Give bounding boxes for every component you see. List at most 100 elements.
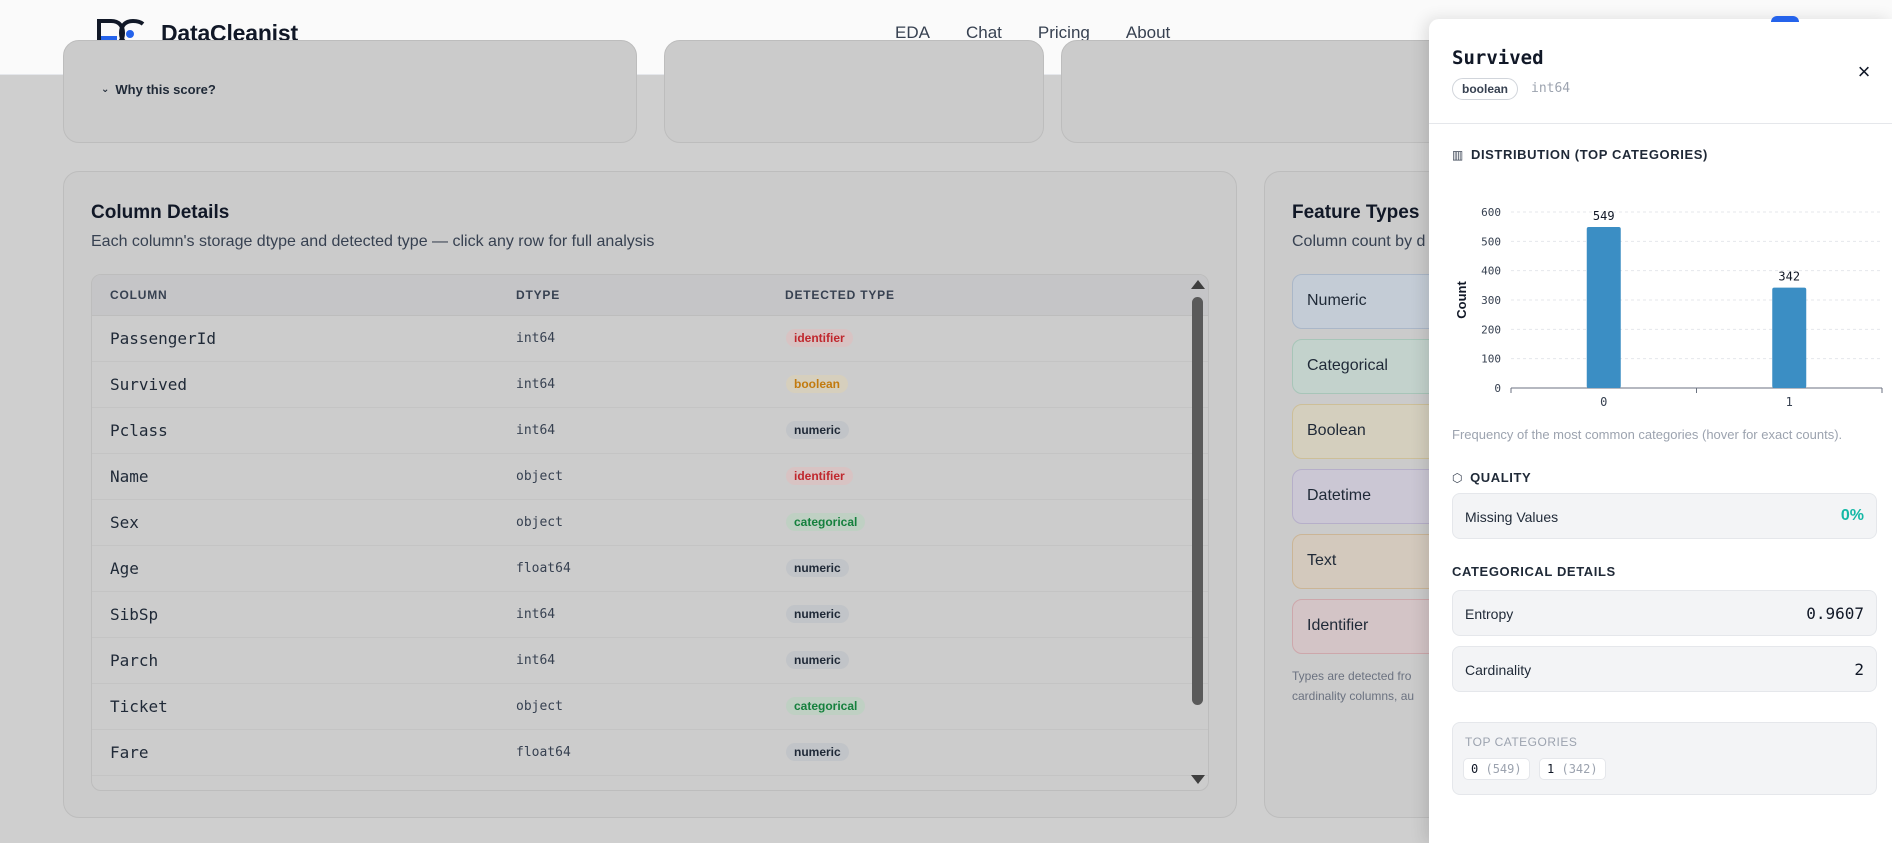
- x-tick-label: 0: [1600, 395, 1607, 409]
- table-row[interactable]: Parch int64 numeric: [92, 638, 1208, 684]
- entropy-label: Entropy: [1465, 606, 1514, 622]
- cell-detected-type-badge: categorical: [786, 513, 866, 531]
- cell-dtype: int64: [516, 377, 556, 392]
- distribution-bar-chart: 0 100 200 300 400 500 600 549 0 342 1 Count: [1454, 206, 1883, 409]
- y-axis-label: Count: [1454, 281, 1469, 319]
- bar-chart-icon: ▥: [1452, 147, 1464, 162]
- cell-column-name: SibSp: [110, 605, 159, 624]
- why-this-score-toggle[interactable]: ⌄ Why this score?: [101, 82, 216, 97]
- cell-detected-type-badge: categorical: [786, 697, 866, 715]
- cell-detected-type-badge: numeric: [786, 651, 849, 669]
- categorical-details-label: CATEGORICAL DETAILS: [1452, 564, 1616, 579]
- feature-types-note-line2: cardinality columns, au: [1292, 689, 1415, 703]
- top-category-count: (549): [1485, 762, 1522, 776]
- panel-dtype: int64: [1531, 81, 1571, 96]
- table-row[interactable]: Survived int64 boolean: [92, 362, 1208, 408]
- user-avatar[interactable]: [1771, 16, 1799, 22]
- header-detected-type: DETECTED TYPE: [785, 288, 895, 302]
- cell-dtype: int64: [516, 423, 556, 438]
- y-tick-label: 100: [1481, 353, 1501, 366]
- close-icon[interactable]: ×: [1853, 61, 1875, 83]
- summary-card-right: [1061, 40, 1481, 143]
- feature-type-text[interactable]: Text: [1292, 534, 1452, 589]
- scroll-up-arrow-icon[interactable]: [1191, 280, 1205, 289]
- cell-dtype: float64: [516, 745, 571, 760]
- header-column: COLUMN: [110, 288, 168, 302]
- bar-data-label: 549: [1593, 209, 1615, 223]
- panel-column-name: Survived: [1452, 47, 1544, 69]
- quality-heading-label: QUALITY: [1470, 470, 1532, 485]
- table-row[interactable]: Age float64 numeric: [92, 546, 1208, 592]
- top-category-chip: 1 (342): [1539, 758, 1606, 780]
- top-category-chip: 0 (549): [1463, 758, 1530, 780]
- summary-card-middle: [664, 40, 1044, 143]
- why-this-score-label: Why this score?: [115, 82, 216, 97]
- cell-detected-type-badge: identifier: [786, 467, 853, 485]
- feature-type-identifier[interactable]: Identifier: [1292, 599, 1452, 654]
- cell-column-name: Name: [110, 467, 149, 486]
- cell-column-name: Fare: [110, 743, 149, 762]
- feature-type-numeric[interactable]: Numeric: [1292, 274, 1452, 329]
- cell-detected-type-badge: boolean: [786, 375, 849, 393]
- table-body: PassengerId int64 identifier Survived int64 b…: [92, 316, 1208, 776]
- cell-detected-type-badge: numeric: [786, 743, 849, 761]
- cell-dtype: float64: [516, 561, 571, 576]
- y-tick-label: 500: [1481, 235, 1501, 248]
- cell-column-name: Age: [110, 559, 139, 578]
- table-row[interactable]: PassengerId int64 identifier: [92, 316, 1208, 362]
- table-row[interactable]: Name object identifier: [92, 454, 1208, 500]
- table-row[interactable]: Sex object categorical: [92, 500, 1208, 546]
- top-categories-label: TOP CATEGORIES: [1465, 735, 1578, 749]
- entropy-stat: Entropy 0.9607: [1452, 590, 1877, 636]
- cell-detected-type-badge: identifier: [786, 329, 853, 347]
- distribution-caption: Frequency of the most common categories …: [1452, 427, 1843, 442]
- bar: [1586, 226, 1621, 388]
- bar-data-label: 342: [1778, 270, 1800, 284]
- scroll-down-arrow-icon[interactable]: [1191, 775, 1205, 784]
- cell-dtype: object: [516, 699, 563, 714]
- cell-dtype: int64: [516, 331, 556, 346]
- quality-heading: ⬡ QUALITY: [1452, 470, 1531, 485]
- feature-type-boolean[interactable]: Boolean: [1292, 404, 1452, 459]
- feature-type-datetime[interactable]: Datetime: [1292, 469, 1452, 524]
- table-scrollbar-thumb[interactable]: [1192, 297, 1203, 705]
- cell-detected-type-badge: numeric: [786, 421, 849, 439]
- shield-icon: ⬡: [1452, 470, 1464, 485]
- entropy-value: 0.9607: [1806, 604, 1864, 623]
- column-details-table: COLUMN DTYPE DETECTED TYPE PassengerId in…: [91, 274, 1209, 791]
- categorical-details-heading: CATEGORICAL DETAILS: [1452, 564, 1616, 579]
- cardinality-value: 2: [1854, 660, 1864, 679]
- cell-dtype: int64: [516, 607, 556, 622]
- top-categories-box: TOP CATEGORIES 0 (549) 1 (342): [1452, 722, 1877, 795]
- cell-column-name: Parch: [110, 651, 159, 670]
- cell-detected-type-badge: numeric: [786, 559, 849, 577]
- chevron-down-icon: ⌄: [101, 84, 110, 95]
- cell-dtype: int64: [516, 653, 556, 668]
- column-details-title: Column Details: [91, 202, 230, 223]
- table-row[interactable]: Ticket object categorical: [92, 684, 1208, 730]
- cell-dtype: object: [516, 469, 563, 484]
- feature-types-note-line1: Types are detected fro: [1292, 669, 1412, 683]
- feature-type-categorical[interactable]: Categorical: [1292, 339, 1452, 394]
- column-details-subtitle: Each column's storage dtype and detected…: [91, 233, 655, 250]
- cell-column-name: Pclass: [110, 421, 168, 440]
- feature-types-subtitle: Column count by d: [1292, 233, 1426, 250]
- y-tick-label: 0: [1494, 382, 1501, 395]
- cell-column-name: Ticket: [110, 697, 168, 716]
- table-row[interactable]: SibSp int64 numeric: [92, 592, 1208, 638]
- table-row[interactable]: Pclass int64 numeric: [92, 408, 1208, 454]
- cell-column-name: Sex: [110, 513, 139, 532]
- cardinality-stat: Cardinality 2: [1452, 646, 1877, 692]
- cardinality-label: Cardinality: [1465, 662, 1532, 678]
- top-category-name: 1: [1547, 762, 1555, 776]
- column-detail-panel: Survived boolean int64 × ▥ DISTRIBUTION …: [1429, 19, 1892, 843]
- distribution-heading-label: DISTRIBUTION (TOP CATEGORIES): [1470, 147, 1708, 162]
- missing-values-value: 0%: [1840, 507, 1864, 524]
- cell-column-name: Survived: [110, 375, 188, 394]
- table-header: COLUMN DTYPE DETECTED TYPE: [92, 275, 1208, 316]
- y-tick-label: 400: [1481, 265, 1501, 278]
- x-tick-label: 1: [1786, 395, 1793, 409]
- table-row[interactable]: Fare float64 numeric: [92, 730, 1208, 776]
- feature-types-title: Feature Types: [1292, 202, 1420, 223]
- panel-divider: [1429, 123, 1892, 124]
